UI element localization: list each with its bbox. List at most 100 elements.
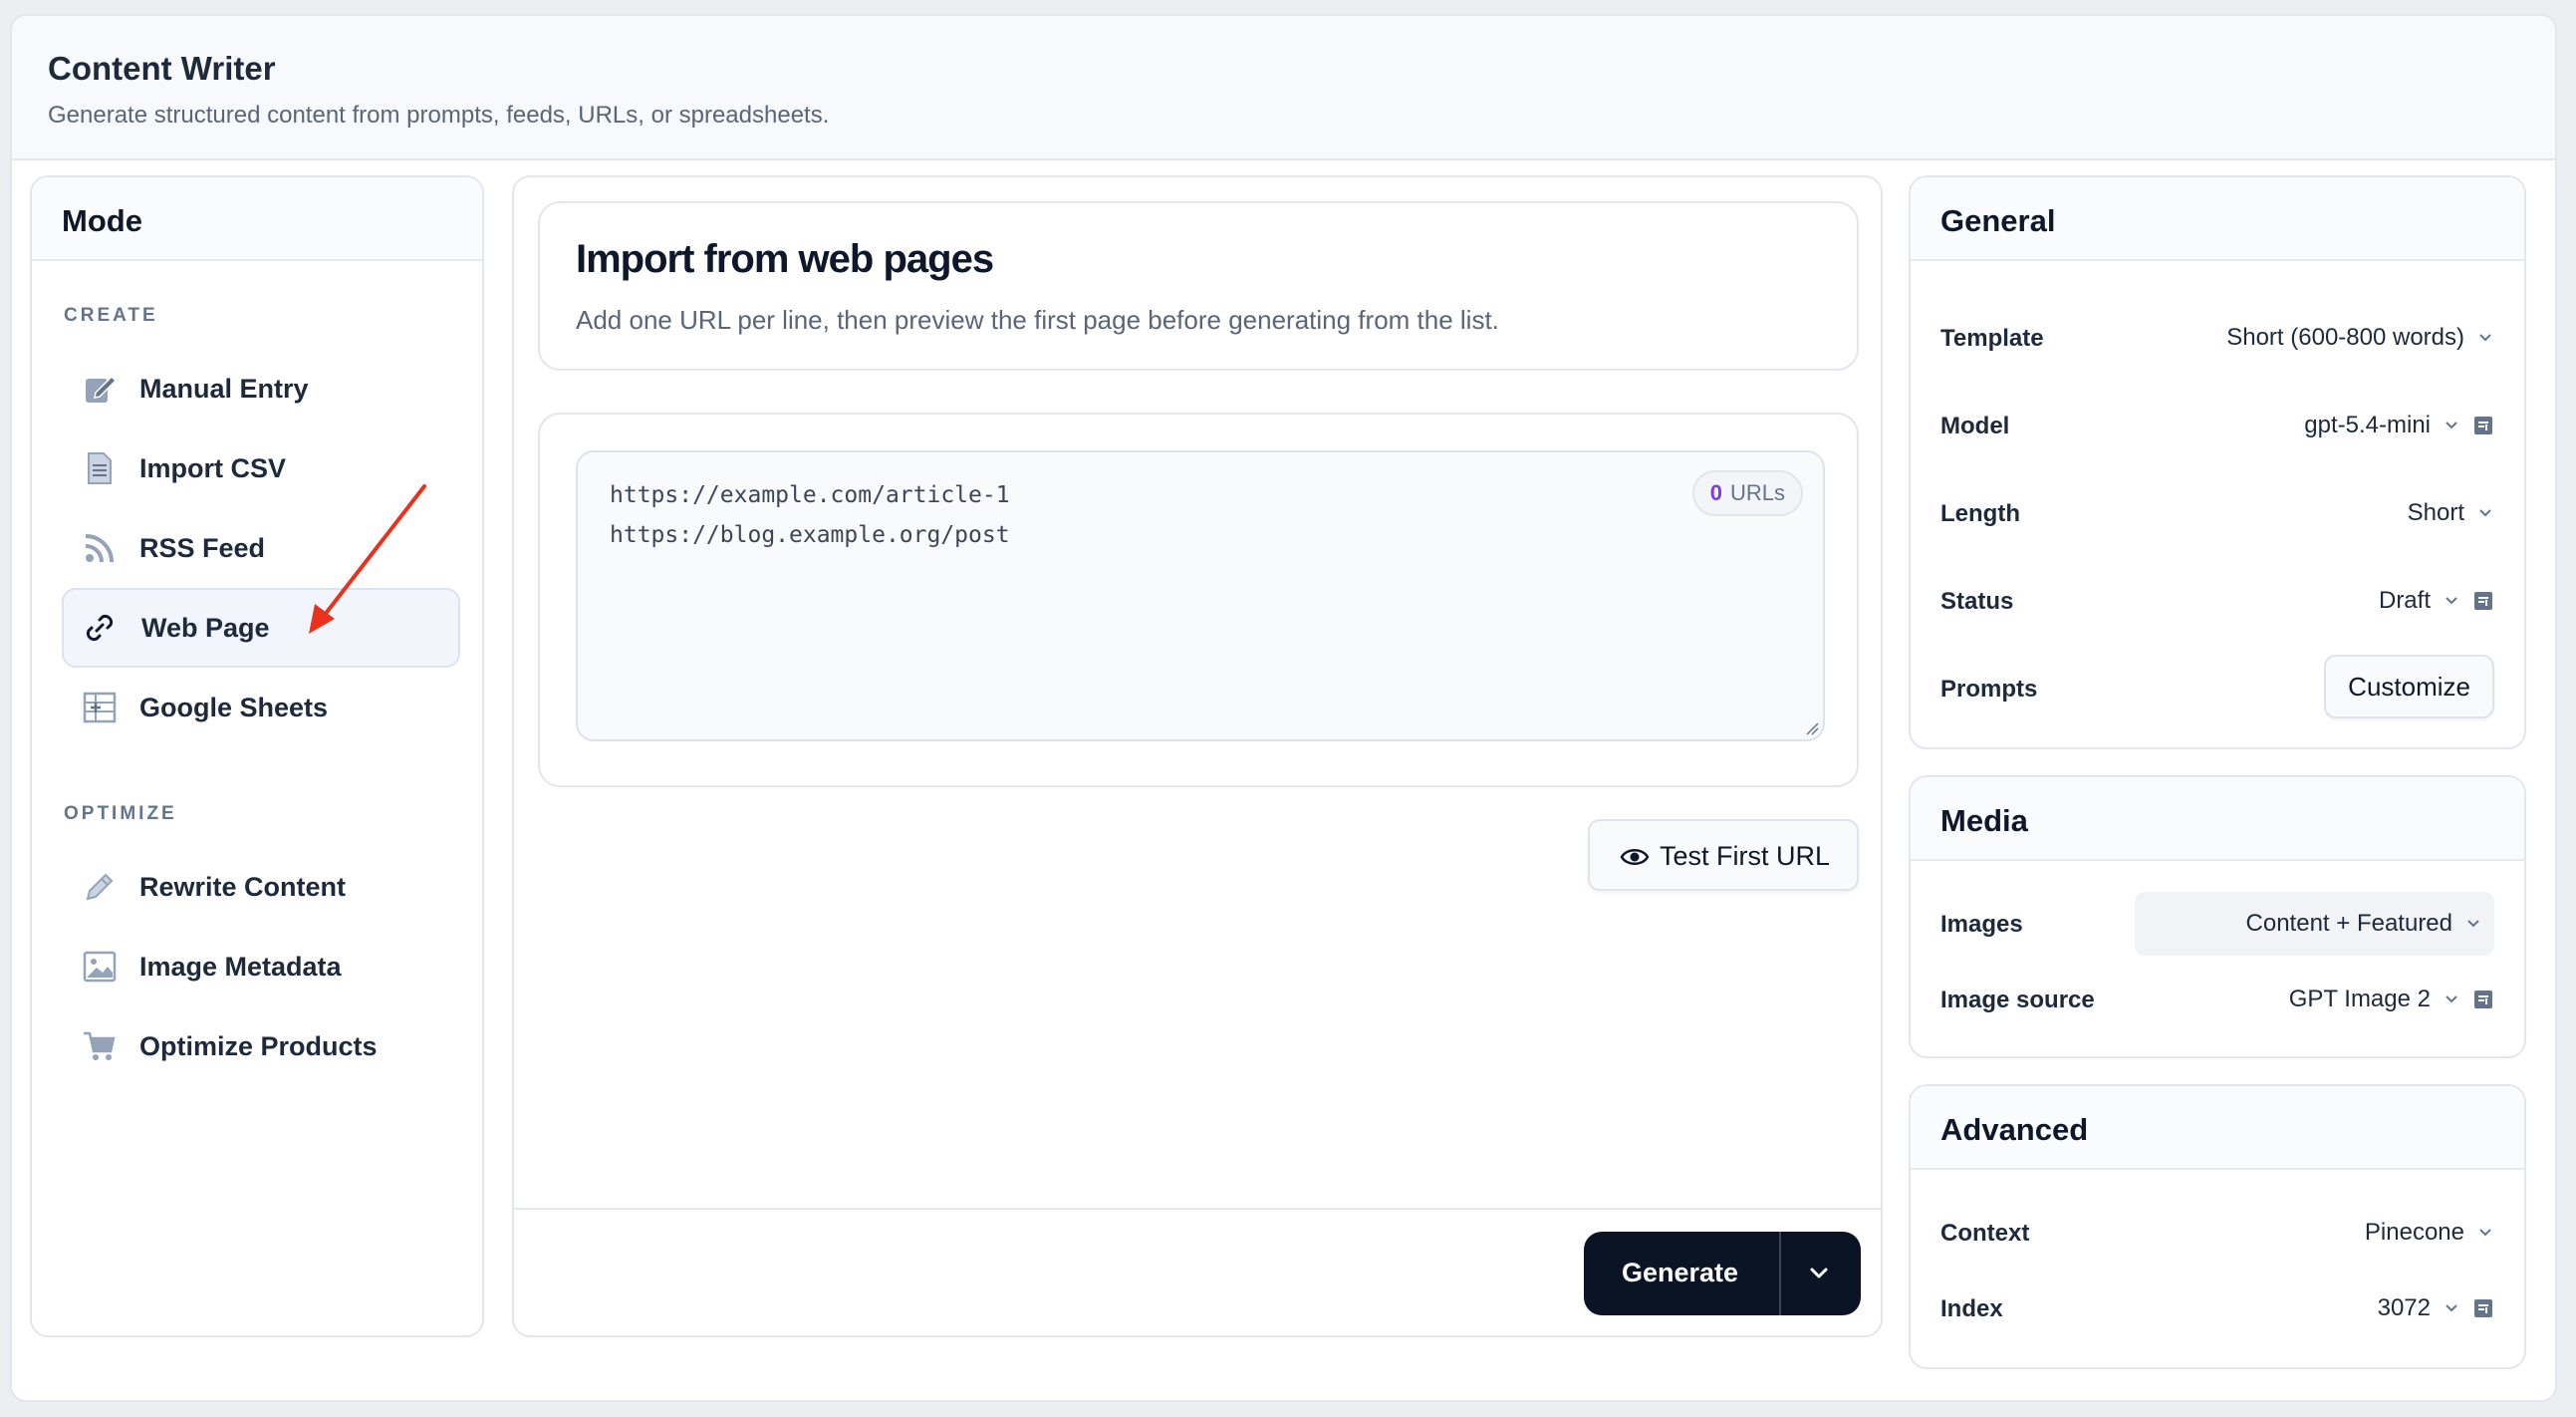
media-card: Media Images Content + Featured Image so… bbox=[1909, 775, 2526, 1058]
nav-label: Import CSV bbox=[139, 452, 287, 483]
test-first-url-button[interactable]: Test First URL bbox=[1588, 819, 1859, 891]
chevron-down-icon bbox=[2467, 920, 2479, 928]
sidebar-header: Mode bbox=[32, 177, 482, 261]
table-icon bbox=[83, 692, 117, 723]
link-icon bbox=[86, 614, 114, 642]
app-header: Content Writer Generate structured conte… bbox=[12, 16, 2555, 160]
model-select[interactable]: gpt-5.4-mini bbox=[2304, 401, 2494, 450]
general-card: General Template Short (600-800 words) M… bbox=[1909, 175, 2526, 749]
row-value: Draft bbox=[2378, 587, 2431, 614]
chevron-down-icon bbox=[2479, 334, 2491, 342]
images-select[interactable]: Content + Featured bbox=[2134, 892, 2494, 956]
chevron-down-icon bbox=[2479, 509, 2491, 517]
status-select[interactable]: Draft bbox=[2379, 576, 2494, 626]
file-icon bbox=[88, 452, 112, 484]
eye-icon bbox=[1620, 849, 1650, 865]
chevron-down-icon bbox=[2446, 422, 2457, 429]
nav-label: Google Sheets bbox=[139, 692, 329, 722]
nav-label: Web Page bbox=[141, 612, 270, 643]
advanced-card: Advanced Context Pinecone Index 3072 bbox=[1909, 1084, 2526, 1369]
template-select[interactable]: Short (600-800 words) bbox=[2226, 313, 2494, 363]
model-row: Model gpt-5.4-mini bbox=[1940, 401, 2494, 450]
chevron-down-icon bbox=[2446, 597, 2457, 605]
mode-sidebar: Mode CREATE Manual Entry Import CSV RSS … bbox=[30, 175, 484, 1337]
page-title: Import from web pages bbox=[576, 237, 994, 281]
chevron-down-icon bbox=[2479, 1229, 2491, 1237]
url-card: https://example.com/article-1 https://bl… bbox=[538, 413, 1859, 787]
media-header: Media bbox=[1911, 777, 2524, 861]
data-icon[interactable] bbox=[2472, 415, 2494, 436]
nav-item-manual-entry[interactable]: Manual Entry bbox=[62, 349, 460, 428]
nav-item-rss-feed[interactable]: RSS Feed bbox=[62, 508, 460, 588]
context-row: Context Pinecone bbox=[1940, 1208, 2494, 1258]
generate-button[interactable]: Generate bbox=[1584, 1232, 1861, 1315]
customize-button[interactable]: Customize bbox=[2324, 655, 2494, 718]
row-label: Length bbox=[1940, 500, 2020, 527]
index-row: Index 3072 bbox=[1940, 1283, 2494, 1333]
image-icon bbox=[83, 951, 117, 983]
intro-card: Import from web pages Add one URL per li… bbox=[538, 201, 1859, 371]
data-icon[interactable] bbox=[2472, 590, 2494, 612]
row-label: Model bbox=[1940, 413, 2010, 439]
url-line: https://blog.example.org/post bbox=[610, 522, 1010, 548]
image-source-row: Image source GPT Image 2 bbox=[1940, 975, 2494, 1024]
section-label-optimize: OPTIMIZE bbox=[64, 803, 177, 824]
row-value: GPT Image 2 bbox=[2288, 986, 2431, 1012]
row-label: Image source bbox=[1940, 987, 2095, 1013]
row-label: Images bbox=[1940, 911, 2023, 938]
index-select[interactable]: 3072 bbox=[2378, 1283, 2494, 1333]
section-label-create: CREATE bbox=[64, 305, 158, 326]
nav-item-web-page[interactable]: Web Page bbox=[62, 588, 460, 668]
url-textarea[interactable]: https://example.com/article-1 https://bl… bbox=[576, 450, 1825, 741]
sidebar-title: Mode bbox=[62, 203, 142, 238]
rss-icon bbox=[85, 534, 114, 563]
url-count-badge: 0 URLs bbox=[1691, 470, 1803, 516]
image-source-select[interactable]: GPT Image 2 bbox=[2289, 975, 2494, 1024]
url-count-number: 0 bbox=[1709, 480, 1722, 505]
nav-item-rewrite-content[interactable]: Rewrite Content bbox=[62, 847, 460, 927]
app-title: Content Writer bbox=[48, 50, 276, 87]
url-line: https://example.com/article-1 bbox=[610, 482, 1010, 508]
data-icon[interactable] bbox=[2472, 1297, 2494, 1319]
context-select[interactable]: Pinecone bbox=[2365, 1208, 2494, 1258]
page-description: Add one URL per line, then preview the f… bbox=[576, 305, 1499, 335]
prompts-row: Prompts Customize bbox=[1940, 655, 2494, 718]
pencil-icon bbox=[86, 873, 114, 901]
main-panel: Import from web pages Add one URL per li… bbox=[512, 175, 1883, 1337]
row-value: Pinecone bbox=[2364, 1219, 2464, 1246]
general-title: General bbox=[1940, 203, 2056, 238]
row-value: gpt-5.4-mini bbox=[2304, 412, 2431, 438]
url-count-label: URLs bbox=[1729, 480, 1785, 505]
row-value: Short bbox=[2407, 499, 2464, 526]
row-value: Short (600-800 words) bbox=[2226, 324, 2464, 351]
row-label: Index bbox=[1940, 1295, 2003, 1322]
nav-label: Optimize Products bbox=[139, 1030, 378, 1061]
row-label: Prompts bbox=[1940, 676, 2038, 703]
nav-item-optimize-products[interactable]: Optimize Products bbox=[62, 1006, 460, 1086]
nav-label: Rewrite Content bbox=[139, 871, 347, 902]
row-value: 3072 bbox=[2377, 1294, 2431, 1321]
chevron-down-icon bbox=[2446, 995, 2457, 1003]
row-label: Context bbox=[1940, 1220, 2030, 1247]
row-label: Template bbox=[1940, 325, 2044, 352]
chevron-down-icon[interactable] bbox=[1805, 1260, 1833, 1287]
status-row: Status Draft bbox=[1940, 576, 2494, 626]
cart-icon bbox=[84, 1031, 116, 1060]
data-icon[interactable] bbox=[2472, 989, 2494, 1010]
button-divider bbox=[1779, 1232, 1781, 1315]
images-row: Images Content + Featured bbox=[1940, 892, 2494, 956]
chevron-down-icon bbox=[2446, 1304, 2457, 1312]
app-subtitle: Generate structured content from prompts… bbox=[48, 102, 830, 129]
nav-label: RSS Feed bbox=[139, 532, 266, 563]
advanced-title: Advanced bbox=[1940, 1112, 2089, 1147]
nav-item-image-metadata[interactable]: Image Metadata bbox=[62, 927, 460, 1006]
edit-icon bbox=[86, 375, 118, 403]
nav-item-import-csv[interactable]: Import CSV bbox=[62, 428, 460, 508]
panel-divider bbox=[514, 1208, 1881, 1210]
length-select[interactable]: Short bbox=[2408, 488, 2494, 538]
template-row: Template Short (600-800 words) bbox=[1940, 313, 2494, 363]
nav-item-google-sheets[interactable]: Google Sheets bbox=[62, 668, 460, 747]
general-header: General bbox=[1911, 177, 2524, 261]
test-first-url-label: Test First URL bbox=[1660, 841, 1831, 871]
resize-grip-icon[interactable] bbox=[1803, 719, 1819, 735]
